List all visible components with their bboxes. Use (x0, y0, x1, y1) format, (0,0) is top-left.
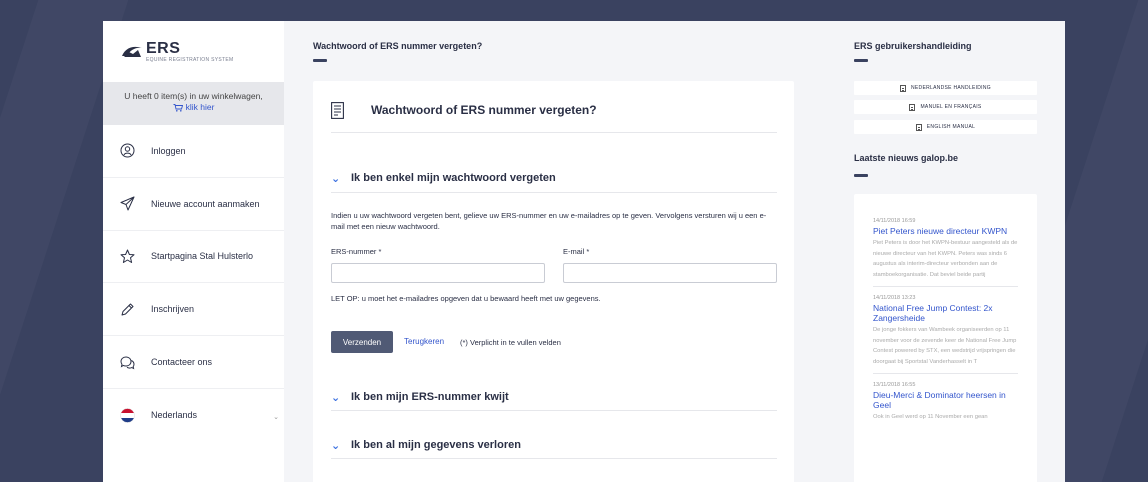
star-icon (120, 249, 135, 264)
sidebar-item-nieuwe-account[interactable]: Nieuwe account aanmaken (103, 178, 284, 231)
news-excerpt: Piet Peters is door het KWPN-bestuur aan… (873, 240, 1018, 278)
document-icon (900, 84, 906, 92)
cart-notice: U heeft 0 item(s) in uw winkelwagen, kli… (103, 82, 284, 125)
sidebar-item-label: Nieuwe account aanmaken (151, 198, 260, 209)
manual-label: MANUEL EN FRANÇAIS (920, 104, 982, 110)
news-excerpt: Ook in Geel werd op 11 November een gean (873, 414, 988, 420)
flag-nl-icon (120, 408, 135, 423)
chevron-down-icon: ⌄ (331, 172, 341, 185)
sidebar-item-inschrijven[interactable]: Inschrijven (103, 283, 284, 337)
card-header: Wachtwoord of ERS nummer vergeten? (331, 99, 777, 133)
cart-text: U heeft 0 item(s) in uw winkelwagen, (124, 91, 263, 101)
user-circle-icon (120, 143, 135, 158)
right-column: ERS gebruikershandleiding NEDERLANDSE HA… (824, 21, 1065, 482)
ers-logo-icon (121, 44, 143, 60)
news-heading: Laatste nieuws galop.be (854, 153, 959, 163)
news-date: 14/11/2018 13:23 (873, 295, 916, 301)
section-title: Ik ben enkel mijn wachtwoord vergeten (351, 172, 556, 184)
email-note: LET OP: u moet het e-mailadres opgeven d… (331, 294, 601, 303)
main-content: Wachtwoord of ERS nummer vergeten? Wacht… (284, 21, 824, 482)
sidebar-item-inloggen[interactable]: Inloggen (103, 125, 284, 178)
cart-link-label: klik hier (185, 102, 215, 112)
email-input[interactable] (563, 263, 777, 283)
news-item: 13/11/2018 16:55 Dieu-Merci & Dominator … (873, 382, 1018, 429)
send-icon (120, 196, 135, 211)
heading-underline (854, 59, 868, 62)
section-gegevens[interactable]: ⌄ Ik ben al mijn gegevens verloren (331, 432, 777, 459)
manual-label: ENGLISH MANUAL (926, 124, 976, 130)
back-link[interactable]: Terugkeren (404, 337, 444, 346)
sidebar-item-label: Inloggen (151, 145, 186, 156)
heading-underline (854, 174, 868, 177)
logo-subtitle: EQUINE REGISTRATION SYSTEM (146, 56, 234, 63)
sidebar-item-contact[interactable]: Contacteer ons (103, 336, 284, 389)
news-title-link[interactable]: Piet Peters nieuwe directeur KWPN (873, 226, 1018, 236)
chevron-down-icon: ⌄ (331, 391, 341, 404)
logo-name: ERS (146, 39, 181, 57)
cart-icon (173, 103, 183, 112)
manual-button-fr[interactable]: MANUEL EN FRANÇAIS (854, 100, 1037, 114)
news-date: 14/11/2018 16:59 (873, 218, 916, 224)
card-title: Wachtwoord of ERS nummer vergeten? (371, 103, 597, 117)
app-frame: ERS EQUINE REGISTRATION SYSTEM U heeft 0… (103, 21, 1065, 482)
title-underline (313, 59, 327, 62)
ers-number-input[interactable] (331, 263, 545, 283)
required-note: (*) Verplicht in te vullen velden (460, 338, 561, 347)
news-title-link[interactable]: National Free Jump Contest: 2x Zangershe… (873, 303, 1018, 323)
manual-label: NEDERLANDSE HANDLEIDING (911, 85, 991, 91)
page-title: Wachtwoord of ERS nummer vergeten? (313, 41, 483, 51)
news-date: 13/11/2018 16:55 (873, 382, 916, 388)
submit-button[interactable]: Verzenden (331, 331, 393, 353)
manual-button-en[interactable]: ENGLISH MANUAL (854, 120, 1037, 134)
chevron-down-icon: ⌄ (331, 439, 341, 452)
news-item: 14/11/2018 16:59 Piet Peters nieuwe dire… (873, 218, 1018, 287)
manual-heading: ERS gebruikershandleiding (854, 41, 972, 51)
document-icon (331, 102, 344, 119)
sidebar-item-label: Contacteer ons (151, 357, 213, 368)
news-excerpt: De jonge fokkers van Wambeek organiseerd… (873, 327, 1017, 365)
sidebar-item-label: Inschrijven (151, 304, 195, 315)
section-wachtwoord[interactable]: ⌄ Ik ben enkel mijn wachtwoord vergeten (331, 164, 777, 193)
sidebar: ERS EQUINE REGISTRATION SYSTEM U heeft 0… (103, 21, 284, 482)
pencil-icon (120, 302, 135, 317)
document-icon (915, 123, 922, 131)
language-selector[interactable]: Nederlands ⌄ (103, 389, 284, 442)
section-ers-nummer[interactable]: ⌄ Ik ben mijn ERS-nummer kwijt (331, 384, 777, 411)
language-label: Nederlands (151, 410, 198, 421)
news-title-link[interactable]: Dieu-Merci & Dominator heersen in Geel (873, 390, 1018, 410)
section-title: Ik ben al mijn gegevens verloren (351, 439, 521, 451)
sidebar-item-label: Startpagina Stal Hulsterlo (151, 251, 254, 262)
section-title: Ik ben mijn ERS-nummer kwijt (351, 391, 509, 403)
chevron-down-icon: ⌄ (273, 413, 279, 421)
document-icon (909, 103, 916, 111)
sidebar-item-startpagina[interactable]: Startpagina Stal Hulsterlo (103, 231, 284, 284)
form-card: Wachtwoord of ERS nummer vergeten? ⌄ Ik … (313, 81, 794, 482)
logo[interactable]: ERS EQUINE REGISTRATION SYSTEM (103, 21, 284, 82)
manual-button-nl[interactable]: NEDERLANDSE HANDLEIDING (854, 81, 1037, 95)
cart-link[interactable]: klik hier (173, 102, 215, 113)
chat-bubbles-icon (120, 355, 135, 370)
form-intro: Indien u uw wachtwoord vergeten bent, ge… (331, 211, 767, 231)
email-label: E-mail * (563, 247, 590, 256)
news-list: 14/11/2018 16:59 Piet Peters nieuwe dire… (854, 194, 1037, 482)
ers-number-label: ERS-nummer * (331, 247, 382, 256)
news-item: 14/11/2018 13:23 National Free Jump Cont… (873, 295, 1018, 374)
